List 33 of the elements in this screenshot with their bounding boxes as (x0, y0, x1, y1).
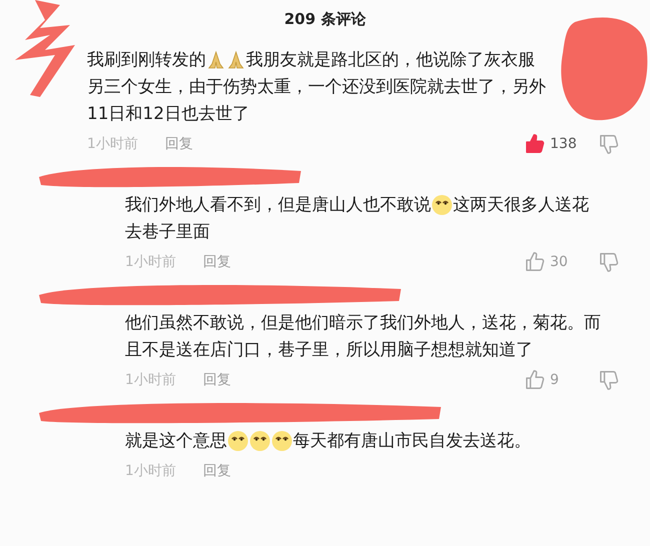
comment-count-title: 209 条评论 (284, 10, 366, 30)
thumbs-up-icon[interactable] (524, 133, 546, 155)
like-count: 9 (550, 372, 560, 388)
thumbs-down-icon[interactable] (598, 369, 620, 391)
comment-text: 11日和12日也去世了 (87, 103, 250, 125)
comment-text: 这两天很多人送花 (453, 194, 589, 216)
comment-text: 每天都有唐山市民自发去送花。 (293, 430, 531, 452)
comment-text: 就是这个意思 (125, 430, 227, 452)
comment-text: 我朋友就是路北区的，他说除了灰衣服 (246, 49, 535, 71)
thumbs-down-icon[interactable] (598, 133, 620, 155)
comment-text: 且不是送在店门口，巷子里，所以用脑子想想就知道了 (125, 339, 533, 361)
comment-time: 1小时前 (125, 253, 177, 271)
thumbs-up-icon[interactable] (524, 251, 546, 273)
reply-link[interactable]: 回复 (203, 462, 231, 480)
comment-text: 去巷子里面 (125, 221, 210, 243)
like-count: 30 (550, 254, 569, 270)
thumbs-up-icon[interactable] (524, 369, 546, 391)
thumbs-down-icon[interactable] (598, 251, 620, 273)
comment-time: 1小时前 (125, 462, 177, 480)
reply-link[interactable]: 回复 (165, 135, 193, 153)
emoji-face-icon (249, 430, 271, 452)
comment-text: 他们虽然不敢说，但是他们暗示了我们外地人，送花，菊花。而 (125, 312, 601, 334)
comment-time: 1小时前 (87, 135, 139, 153)
emoji-face-icon (271, 430, 293, 452)
comment-text: 我们外地人看不到，但是唐山人也不敢说 (125, 194, 431, 216)
comment-time: 1小时前 (125, 371, 177, 389)
comment-text: 我刷到刚转发的 (87, 49, 206, 71)
reply-link[interactable]: 回复 (203, 253, 231, 271)
reply-link[interactable]: 回复 (203, 371, 231, 389)
emoji-face-icon (227, 430, 249, 452)
like-count: 138 (550, 136, 578, 152)
emoji-face-icon (431, 194, 453, 216)
comment-text: 另三个女生，由于伤势太重，一个还没到医院就去世了，另外 (87, 76, 546, 98)
